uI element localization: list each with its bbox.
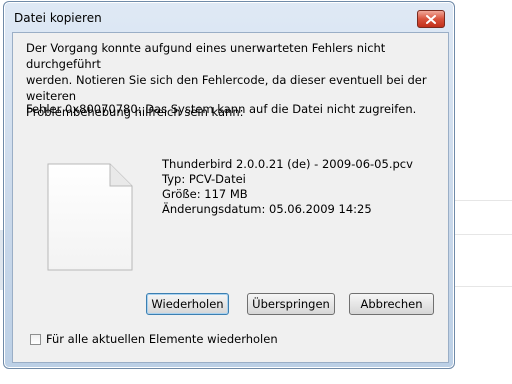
dialog-title: Datei kopieren [14,11,102,25]
title-bar[interactable]: Datei kopieren [4,2,454,32]
dialog-content: Der Vorgang konnte aufgund eines unerwar… [12,32,449,363]
cancel-button[interactable]: Abbrechen [349,293,434,315]
file-name: Thunderbird 2.0.0.21 (de) - 2009-06-05.p… [162,157,413,171]
skip-button[interactable]: Überspringen [247,293,335,315]
retry-button[interactable]: Wiederholen [146,293,229,315]
close-icon [426,14,436,24]
background-divider [455,234,512,235]
close-button[interactable] [417,10,445,28]
background-window-edge [455,0,512,384]
document-icon [47,163,133,271]
repeat-for-all-option[interactable]: Für alle aktuellen Elemente wiederholen [30,332,278,346]
file-type: Typ: PCV-Datei [162,172,246,186]
repeat-for-all-checkbox[interactable] [30,333,41,345]
copy-file-dialog: Datei kopieren Der Vorgang konnte aufgun… [3,1,455,369]
error-code: Fehler 0x80070780: Das System kann auf d… [26,102,417,116]
repeat-for-all-label[interactable]: Für alle aktuellen Elemente wiederholen [46,332,278,346]
file-details: Thunderbird 2.0.0.21 (de) - 2009-06-05.p… [162,157,413,217]
file-size: Größe: 117 MB [162,187,248,201]
file-modified-date: Änderungsdatum: 05.06.2009 14:25 [162,202,372,216]
background-divider [455,286,512,287]
background-divider [455,200,512,201]
